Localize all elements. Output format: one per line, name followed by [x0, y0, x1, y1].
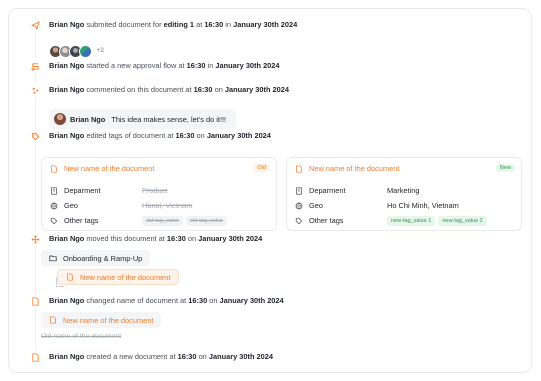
move-event-text: Brian Ngo moved this document at 16:30 o… — [49, 234, 263, 243]
department-value: Product — [142, 186, 168, 195]
folder-icon — [49, 255, 57, 262]
reviewer-avatars[interactable]: +2 — [49, 44, 104, 58]
avatar[interactable] — [54, 113, 66, 125]
comment-icon — [28, 83, 42, 97]
actor-name[interactable]: Brian Ngo — [49, 296, 84, 305]
geo-row: Geo — [50, 200, 78, 211]
tags-event-text: Brian Ngo edited tags of document at 16:… — [49, 131, 271, 140]
tag-chip: old-tag_value — [186, 215, 228, 226]
department-row: Deparment — [295, 185, 346, 196]
actor-name[interactable]: Brian Ngo — [49, 85, 84, 94]
avatar[interactable] — [79, 44, 92, 58]
comment-event-text: Brian Ngo commented on this document at … — [49, 85, 289, 94]
department-value: Marketing — [387, 186, 420, 195]
tag-icon — [295, 217, 303, 224]
old-badge: Old — [253, 164, 270, 172]
other-tags-values: old-tag_value old-tag_value — [142, 215, 230, 226]
building-icon — [296, 186, 302, 195]
more-reviewers-count[interactable]: +2 — [97, 48, 104, 54]
other-tags-row: Other tags — [50, 215, 99, 226]
move-icon — [28, 232, 42, 246]
document-icon — [296, 164, 302, 173]
submit-event-text: Brian Ngo submited document for editing … — [49, 20, 298, 29]
folder-chip[interactable]: Onboarding & Ramp-Up — [41, 250, 151, 266]
department-row: Deparment — [50, 185, 101, 196]
flow-icon — [28, 59, 42, 73]
new-name-chip[interactable]: New name of the document — [41, 312, 162, 328]
tag-chip: new-tag_value 1 — [387, 215, 436, 226]
building-icon — [51, 186, 57, 195]
document-icon — [28, 294, 42, 308]
geo-value: Hanoi, Vietnam — [142, 201, 193, 210]
new-tags-panel: New name of the document New Deparment M… — [286, 157, 522, 231]
document-title[interactable]: New name of the document — [50, 164, 154, 173]
comment-text: This idea makes sense, let's do it!!! — [111, 114, 227, 124]
create-event-text: Brian Ngo created a new document at 16:3… — [49, 352, 273, 361]
other-tags-values: new-tag_value 1 new-tag_value 2 — [387, 215, 490, 226]
tag-icon — [50, 217, 58, 224]
tag-chip: new-tag_value 2 — [438, 215, 487, 226]
timeline-rail — [35, 31, 36, 367]
globe-icon — [295, 202, 303, 209]
geo-value: Ho Chi Minh, Vietnam — [387, 201, 459, 210]
old-name-text: Old name of the document — [41, 333, 122, 340]
document-icon — [67, 273, 73, 281]
document-icon — [50, 316, 56, 324]
globe-icon — [50, 202, 58, 209]
comment-author[interactable]: Brian Ngo — [70, 115, 105, 124]
tag-chip: old-tag_value — [142, 215, 184, 226]
actor-name[interactable]: Brian Ngo — [49, 61, 84, 70]
geo-row: Geo — [295, 200, 323, 211]
tag-icon — [28, 129, 42, 143]
actor-name[interactable]: Brian Ngo — [49, 352, 84, 361]
document-icon — [28, 350, 42, 364]
approval-event-text: Brian Ngo started a new approval flow at… — [49, 61, 280, 70]
document-icon — [51, 164, 57, 173]
actor-name[interactable]: Brian Ngo — [49, 234, 84, 243]
comment-bubble: Brian Ngo This idea makes sense, let's d… — [49, 109, 236, 129]
document-title[interactable]: New name of the document — [295, 164, 399, 173]
other-tags-row: Other tags — [295, 215, 344, 226]
rename-event-text: Brian Ngo changed name of document at 16… — [49, 296, 284, 305]
old-tags-panel: New name of the document Old Deparment P… — [41, 157, 277, 231]
new-badge: New — [495, 164, 515, 172]
send-icon — [28, 18, 42, 32]
actor-name[interactable]: Brian Ngo — [49, 20, 84, 29]
actor-name[interactable]: Brian Ngo — [49, 131, 84, 140]
moved-document-chip[interactable]: New name of the document — [57, 269, 180, 285]
activity-card: Brian Ngo submited document for editing … — [8, 8, 532, 373]
